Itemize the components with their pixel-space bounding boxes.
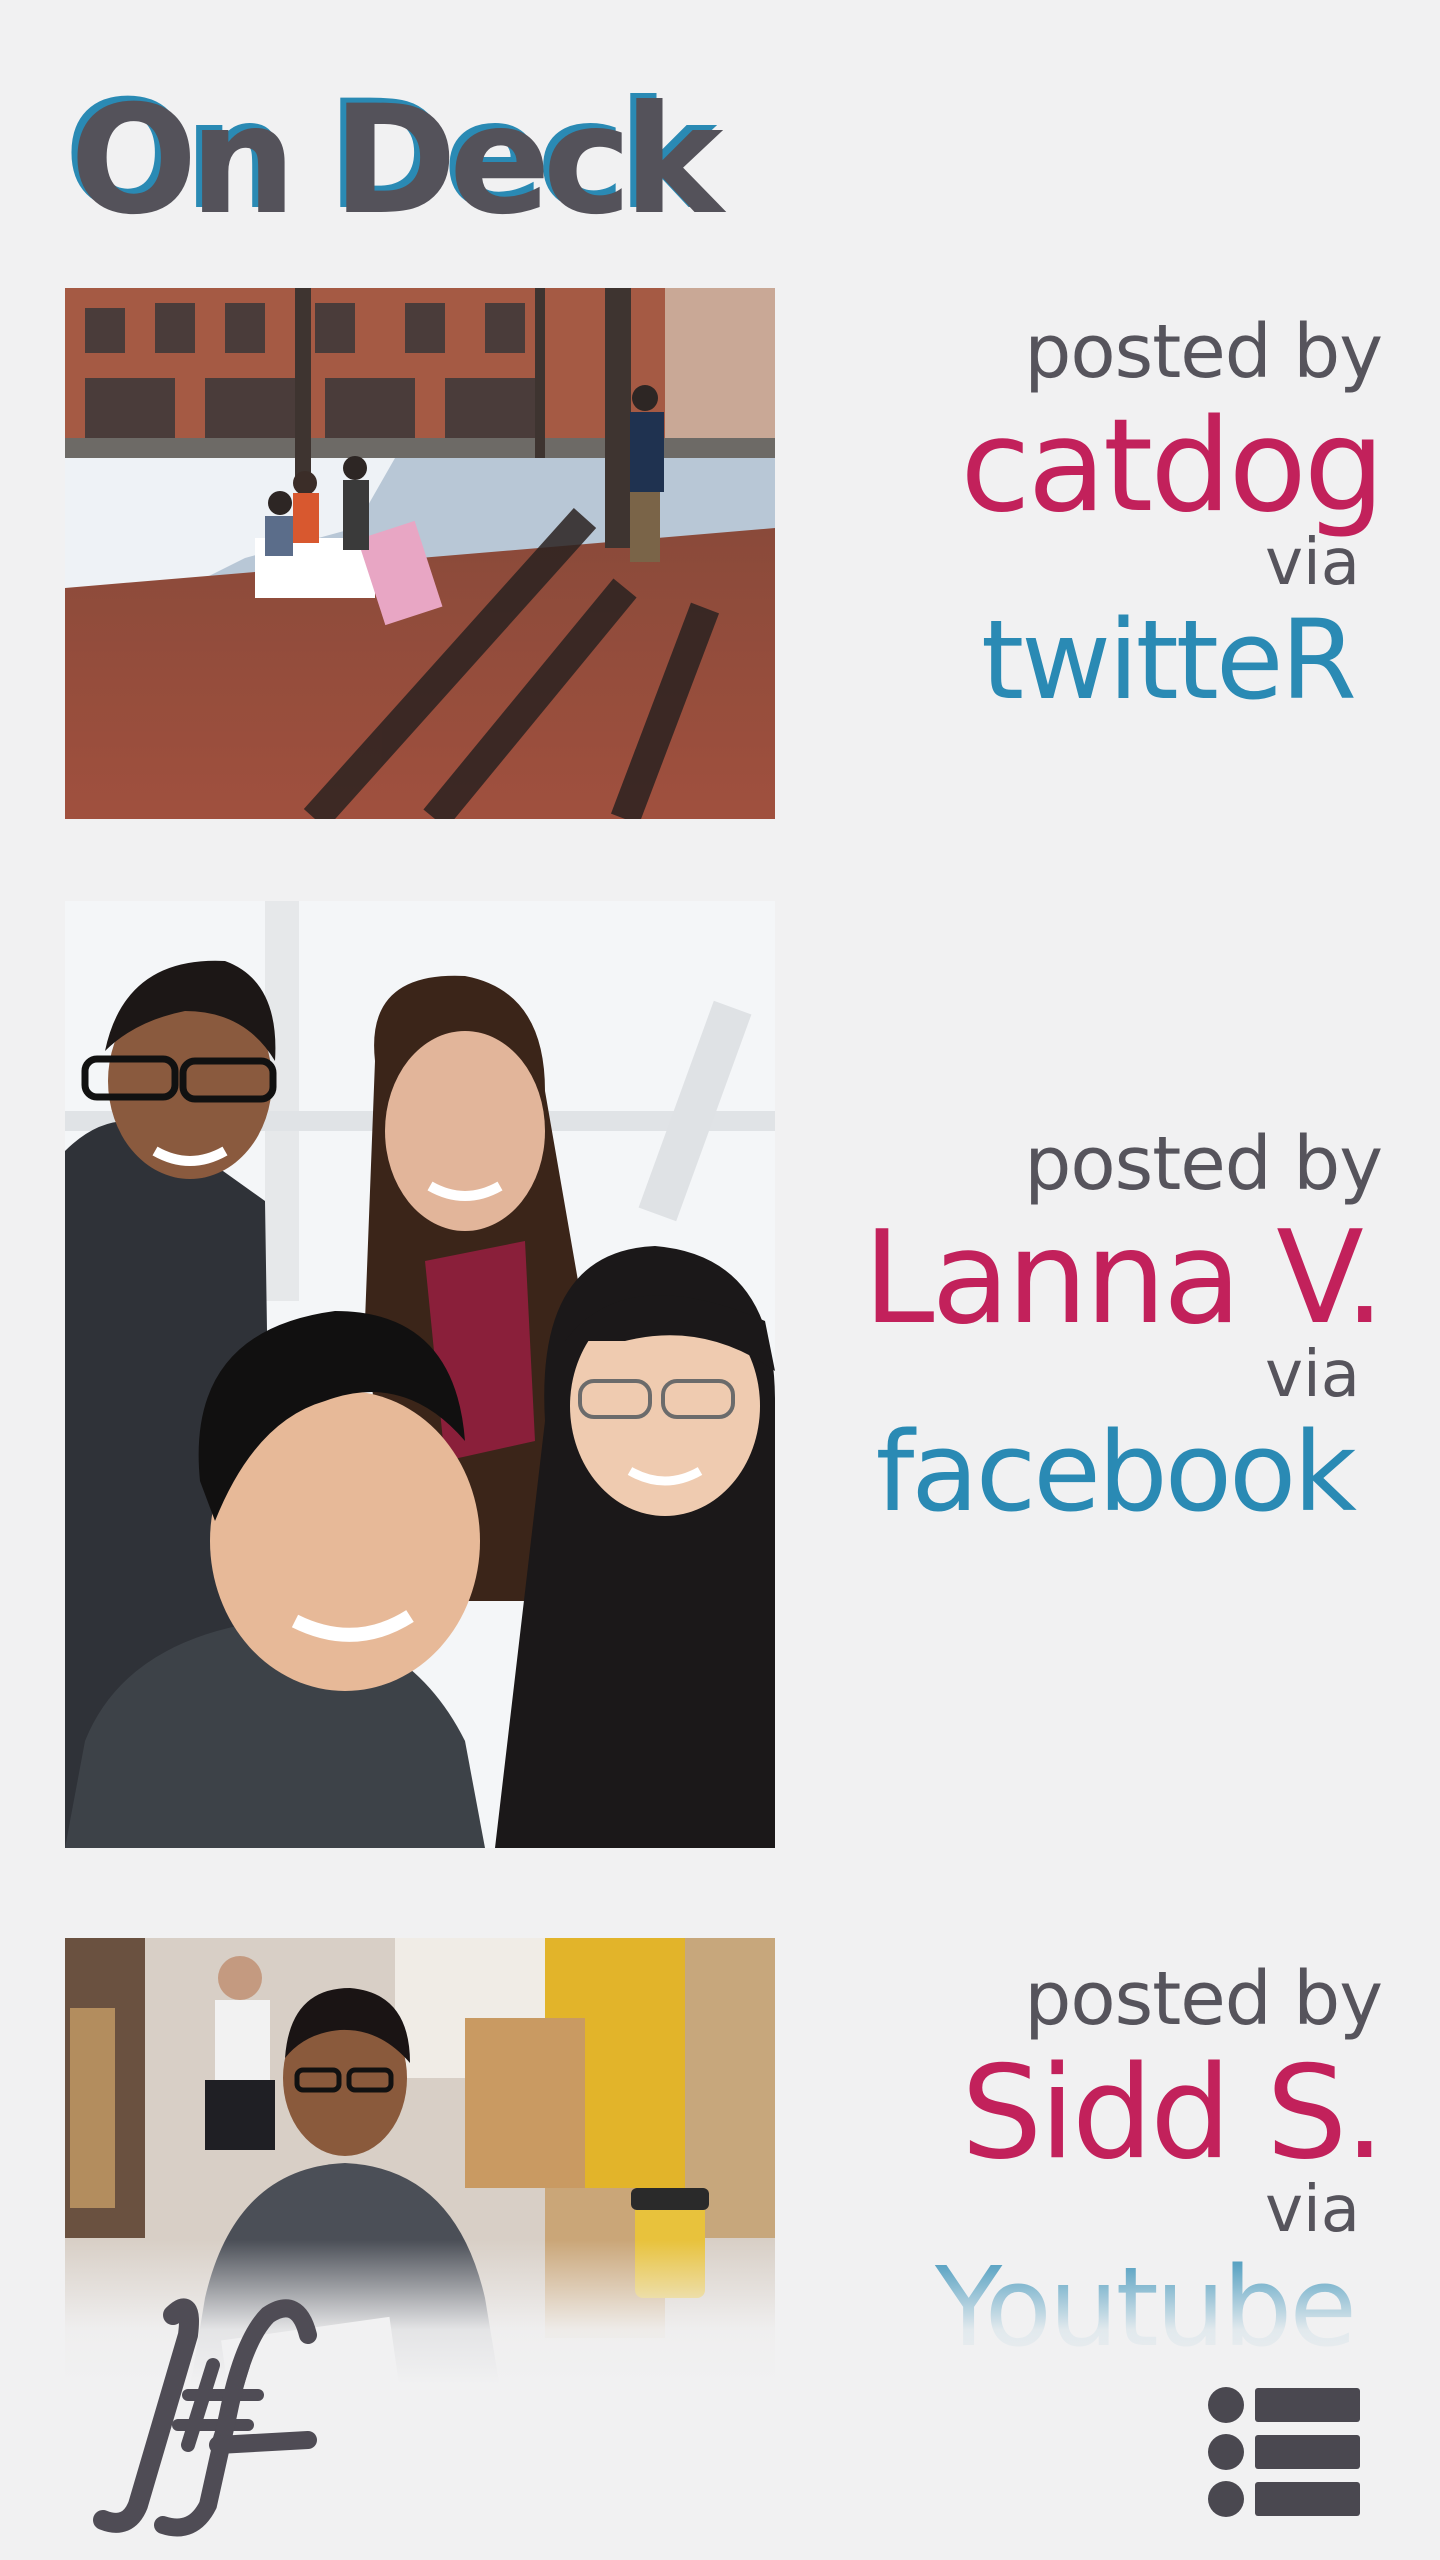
post-meta-1: posted by catdog via twitteR (960, 309, 1385, 715)
street-scene-photo (65, 288, 775, 819)
on-deck-screen: On Deck posted by catdog via twitteR pos… (0, 0, 1440, 2560)
page-title: On Deck (70, 74, 723, 248)
post-author-link[interactable]: Sidd S. (935, 2050, 1385, 2178)
post-photo-1[interactable] (65, 288, 775, 819)
posted-by-label: posted by (1024, 1121, 1383, 1207)
list-menu-icon[interactable] (1205, 2385, 1360, 2520)
group-selfie-photo (65, 901, 775, 1848)
post-photo-2[interactable] (65, 901, 775, 1848)
menu-glyph (1208, 2387, 1360, 2517)
post-meta-3: posted by Sidd S. via Youtube (935, 1956, 1385, 2362)
post-source-link[interactable]: facebook (863, 1417, 1382, 1527)
logo-icon (93, 2298, 317, 2537)
post-source-link[interactable]: Youtube (935, 2252, 1382, 2362)
posted-by-label: posted by (1024, 1956, 1383, 2042)
post-author-link[interactable]: catdog (960, 403, 1385, 531)
post-author-link[interactable]: Lanna V. (863, 1215, 1385, 1343)
hf-monogram-logo[interactable] (78, 2295, 323, 2540)
post-source-link[interactable]: twitteR (960, 605, 1382, 715)
posted-by-label: posted by (1024, 309, 1383, 395)
post-meta-2: posted by Lanna V. via facebook (863, 1121, 1385, 1527)
